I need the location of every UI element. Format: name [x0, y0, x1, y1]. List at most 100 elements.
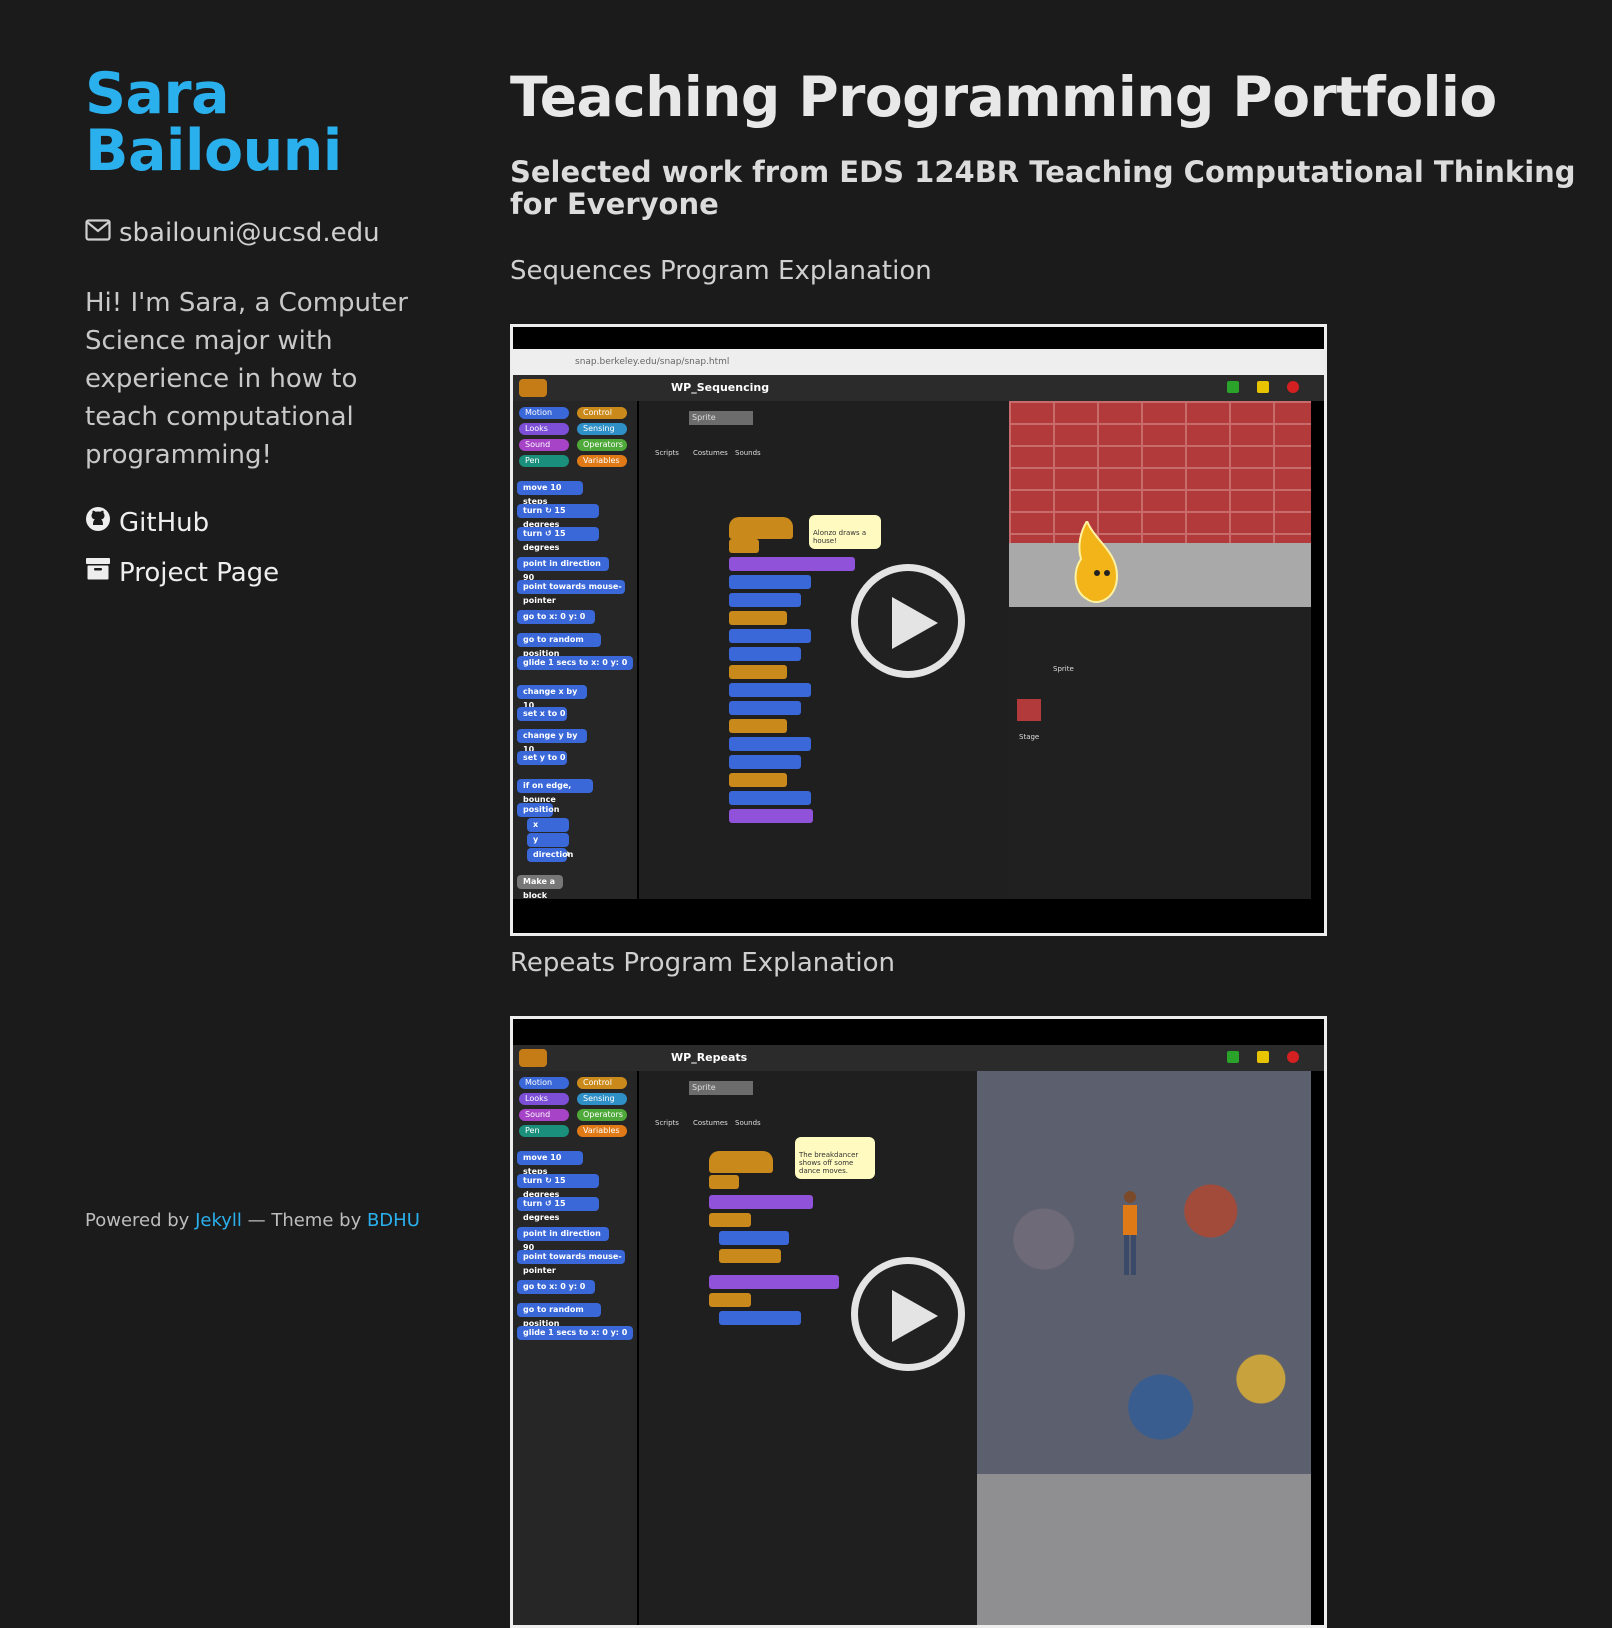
- script-block: [709, 1293, 751, 1307]
- sounds-tab: Sounds: [735, 1119, 761, 1127]
- palette-block: turn ↺ 15 degrees: [517, 1197, 599, 1222]
- category-operators: Operators: [577, 1109, 627, 1121]
- category-motion: Motion: [519, 1077, 569, 1089]
- palette-block: point towards mouse-pointer: [517, 1250, 625, 1275]
- palette-block: go to x: 0 y: 0: [517, 1280, 595, 1294]
- breakdancer-sprite-icon: [1123, 1191, 1137, 1275]
- palette-block: go to random position: [517, 633, 601, 658]
- video-1-snap-toolbar: WP_Sequencing: [513, 375, 1324, 401]
- category-variables: Variables: [577, 1125, 627, 1137]
- pause-icon: [1257, 381, 1269, 393]
- play-icon: [892, 1290, 938, 1342]
- scripts-tab: Scripts: [655, 1119, 679, 1127]
- script-block: [729, 557, 855, 571]
- script-block: [729, 647, 801, 661]
- category-variables: Variables: [577, 455, 627, 467]
- category-control: Control: [577, 1077, 627, 1089]
- video-1-player[interactable]: snap.berkeley.edu/snap/snap.html WP_Sequ…: [510, 324, 1327, 936]
- bdhu-link[interactable]: BDHU: [367, 1210, 420, 1231]
- palette-block: glide 1 secs to x: 0 y: 0: [517, 1326, 633, 1340]
- sounds-tab: Sounds: [735, 449, 761, 457]
- script-block: [729, 737, 811, 751]
- jekyll-link[interactable]: Jekyll: [195, 1210, 242, 1231]
- video-2-play-button[interactable]: [851, 1257, 965, 1371]
- make-a-block-button: Make a block: [517, 875, 563, 900]
- category-operators: Operators: [577, 439, 627, 451]
- github-link[interactable]: GitHub: [85, 506, 445, 539]
- footer: Powered by Jekyll — Theme by BDHU: [85, 1210, 420, 1231]
- script-block: [719, 1249, 781, 1263]
- speech-note: Alonzo draws a house!: [809, 515, 881, 549]
- category-sound: Sound: [519, 439, 569, 451]
- footer-theme-by: — Theme by: [241, 1210, 367, 1231]
- script-block: [729, 611, 787, 625]
- palette-block: if on edge, bounce: [517, 779, 593, 804]
- green-flag-icon: [1227, 381, 1239, 393]
- site-title-line2[interactable]: Bailouni: [85, 123, 445, 180]
- script-block: [709, 1275, 839, 1289]
- script-block: [719, 1231, 789, 1245]
- stop-icon: [1287, 381, 1299, 393]
- speech-note: The breakdancer shows off some dance mov…: [795, 1137, 875, 1179]
- script-block: [729, 629, 811, 643]
- sprite-name-field: Sprite: [689, 411, 753, 425]
- category-sensing: Sensing: [577, 423, 627, 435]
- sidewalk: [1009, 543, 1311, 607]
- palette-block: move 10 steps: [517, 481, 583, 506]
- video-1-label: Sequences Program Explanation: [510, 256, 932, 286]
- palette-block: go to x: 0 y: 0: [517, 610, 595, 624]
- scripts-tab: Scripts: [655, 449, 679, 457]
- script-block: [709, 1195, 813, 1209]
- script-block: [729, 575, 811, 589]
- palette-block: move 10 steps: [517, 1151, 583, 1176]
- page-title: Teaching Programming Portfolio: [510, 65, 1497, 129]
- palette-block: x position: [527, 818, 569, 843]
- script-block: [719, 1311, 801, 1325]
- palette-block: point towards mouse-pointer: [517, 580, 625, 605]
- palette-block: set y to 0: [517, 751, 567, 765]
- category-motion: Motion: [519, 407, 569, 419]
- script-block: [729, 791, 811, 805]
- palette-block: set x to 0: [517, 707, 567, 721]
- video-1-play-button[interactable]: [851, 564, 965, 678]
- github-link-label[interactable]: GitHub: [119, 508, 209, 538]
- snap-logo-icon: [519, 379, 547, 397]
- project-page-link-label[interactable]: Project Page: [119, 558, 279, 588]
- palette-block: glide 1 secs to x: 0 y: 0: [517, 656, 633, 670]
- main-content: Teaching Programming Portfolio Selected …: [510, 62, 1590, 1628]
- palette-block: point in direction 90: [517, 557, 609, 582]
- script-block: [729, 755, 801, 769]
- email-row[interactable]: sbailouni@ucsd.edu: [85, 218, 445, 248]
- costumes-tab: Costumes: [693, 449, 728, 457]
- palette-block: y position: [527, 833, 569, 858]
- site-title[interactable]: Sara Bailouni: [85, 66, 445, 180]
- costumes-tab: Costumes: [693, 1119, 728, 1127]
- script-block: [729, 593, 801, 607]
- stop-icon: [1287, 1051, 1299, 1063]
- script-block: [729, 539, 759, 553]
- palette-block: direction: [527, 848, 573, 862]
- video-2-project-name: WP_Repeats: [671, 1051, 748, 1064]
- palette-block: turn ↻ 15 degrees: [517, 1174, 599, 1199]
- archive-icon: [85, 557, 111, 588]
- video-1-project-name: WP_Sequencing: [671, 381, 770, 394]
- script-block: [729, 683, 811, 697]
- pause-icon: [1257, 1051, 1269, 1063]
- video-2-snap-toolbar: WP_Repeats: [513, 1045, 1324, 1071]
- email-address[interactable]: sbailouni@ucsd.edu: [119, 218, 380, 248]
- sprite-name-field: Sprite: [689, 1081, 753, 1095]
- category-sensing: Sensing: [577, 1093, 627, 1105]
- envelope-icon: [85, 218, 111, 248]
- palette-block: point in direction 90: [517, 1227, 609, 1252]
- sidebar: Sara Bailouni sbailouni@ucsd.edu Hi! I'm…: [85, 66, 445, 606]
- github-icon: [85, 506, 111, 539]
- hat-block: [729, 517, 793, 539]
- video-2-player[interactable]: WP_Repeats Motion Looks Sound Pen Contro…: [510, 1016, 1327, 1628]
- category-looks: Looks: [519, 1093, 569, 1105]
- site-title-line1[interactable]: Sara: [85, 66, 445, 123]
- video-1-stage: [1009, 401, 1311, 607]
- project-page-link[interactable]: Project Page: [85, 557, 445, 588]
- category-pen: Pen: [519, 1125, 569, 1137]
- script-block: [729, 809, 813, 823]
- bio-text: Hi! I'm Sara, a Computer Science major w…: [85, 288, 408, 470]
